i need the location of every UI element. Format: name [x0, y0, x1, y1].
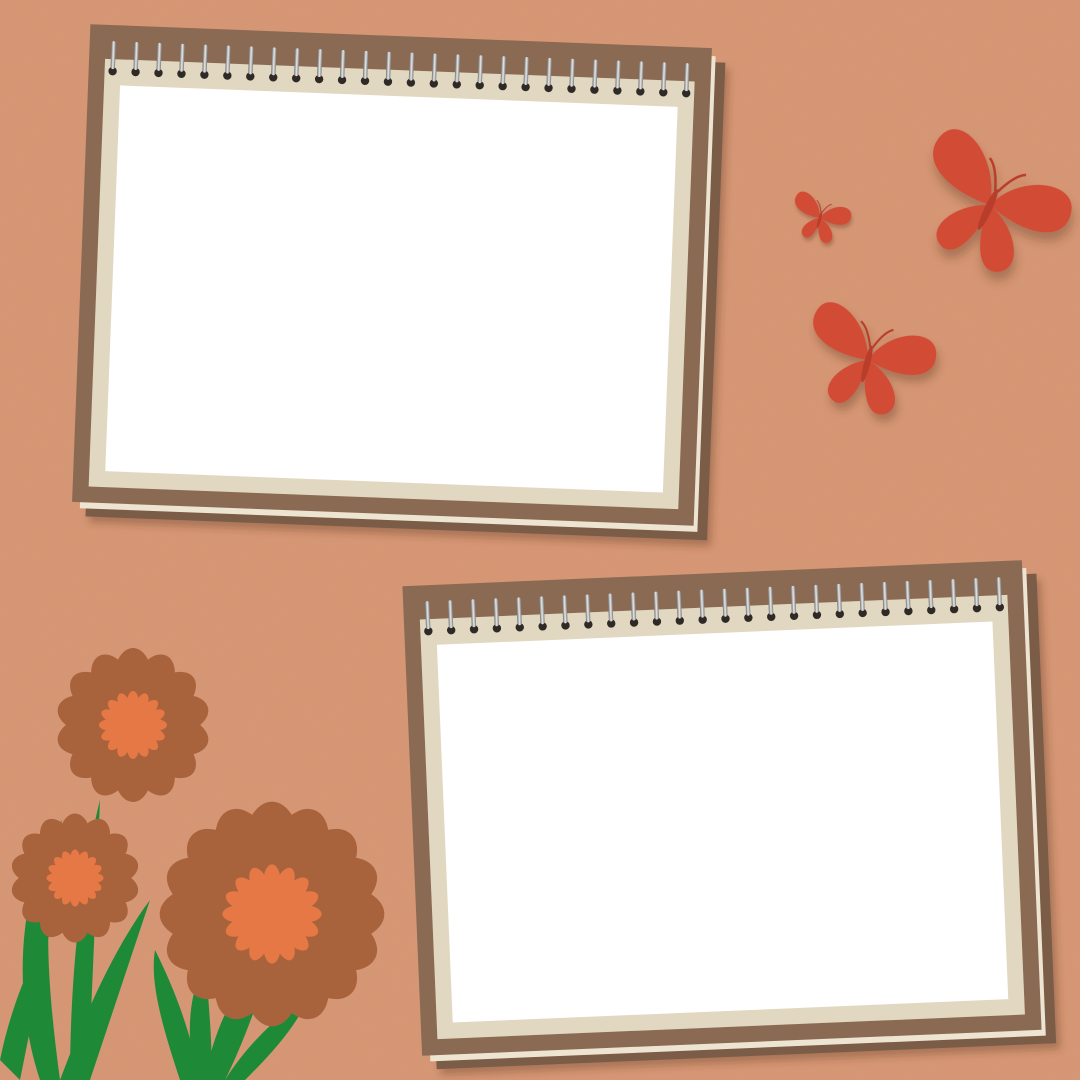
photo-page[interactable]: [436, 621, 1009, 1023]
scrapbook-canvas: [0, 0, 1080, 1080]
scrapbook-scene: [0, 0, 1080, 1080]
notepad-frame-top[interactable]: [72, 24, 726, 541]
notepad-frame-bottom[interactable]: [402, 560, 1057, 1070]
photo-page[interactable]: [105, 85, 678, 493]
